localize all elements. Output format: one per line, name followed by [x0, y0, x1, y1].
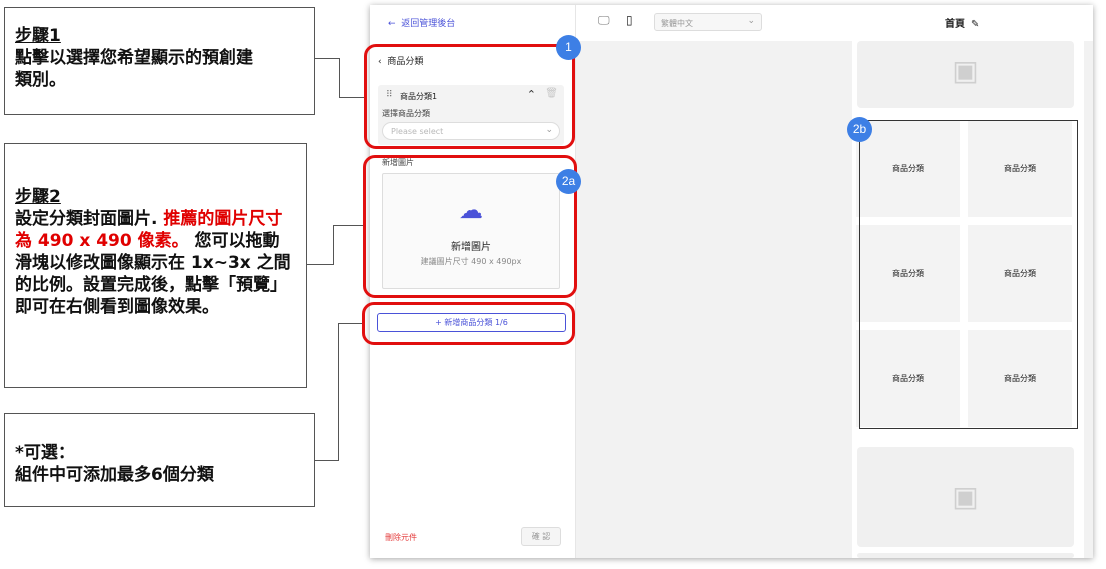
connector-2b [334, 225, 364, 226]
chevron-down-icon: ⌄ [747, 16, 755, 26]
note-step1-line2: 類別。 [15, 70, 66, 90]
badge-2b: 2b [847, 117, 872, 142]
highlight-add [362, 302, 575, 345]
note-step1-title: 步驟1 [15, 26, 61, 46]
canvas-toolbar: 🖵 ▯ 繁體中文 ⌄ 首頁 ✎ [576, 5, 1093, 41]
connector-1a [315, 58, 340, 98]
arrow-left-icon: ← [388, 19, 396, 29]
grid-frame [859, 120, 1078, 429]
connector-3a [315, 323, 339, 461]
connector-1b [340, 97, 365, 98]
image-placeholder-bottom: ▣ [857, 447, 1074, 547]
highlight-2a [363, 155, 577, 298]
note-optional-text: 組件中可添加最多6個分類 [15, 465, 214, 485]
note-optional: *可選： 組件中可添加最多6個分類 [4, 413, 315, 507]
page-name[interactable]: 首頁 ✎ [945, 15, 979, 30]
note-step2: 步驟2 設定分類封面圖片. 推薦的圖片尺寸為 490 x 490 像素。 您可以… [4, 143, 307, 388]
back-link-label: 返回管理後台 [401, 19, 456, 29]
back-link[interactable]: ← 返回管理後台 [388, 16, 455, 29]
confirm-button[interactable]: 確 認 [521, 527, 561, 546]
note-step2-body: 設定分類封面圖片. 推薦的圖片尺寸為 490 x 490 像素。 您可以拖動滑塊… [15, 208, 296, 318]
connector-2a [307, 225, 334, 265]
note-step1: 步驟1 點擊以選擇您希望顯示的預創建 類別。 [4, 7, 315, 115]
badge-1: 1 [556, 35, 581, 60]
language-select-value: 繁體中文 [661, 19, 693, 28]
language-select[interactable]: 繁體中文 ⌄ [654, 13, 762, 31]
highlight-1 [364, 44, 575, 149]
pencil-icon: ✎ [971, 19, 980, 30]
note-step2-before: 設定分類封面圖片. [15, 209, 158, 229]
desktop-icon[interactable]: 🖵 [598, 13, 610, 28]
note-step1-line1: 點擊以選擇您希望顯示的預創建 [15, 48, 253, 68]
badge-2a: 2a [556, 169, 581, 194]
connector-3b [339, 323, 364, 324]
note-step2-title: 步驟2 [15, 187, 61, 207]
mobile-icon[interactable]: ▯ [626, 13, 633, 27]
page-name-label: 首頁 [945, 19, 965, 30]
note-optional-title: *可選： [15, 443, 75, 463]
delete-component-link[interactable]: 刪除元件 [385, 532, 417, 543]
placeholder-strip [857, 553, 1074, 558]
image-placeholder-top: ▣ [857, 41, 1074, 108]
